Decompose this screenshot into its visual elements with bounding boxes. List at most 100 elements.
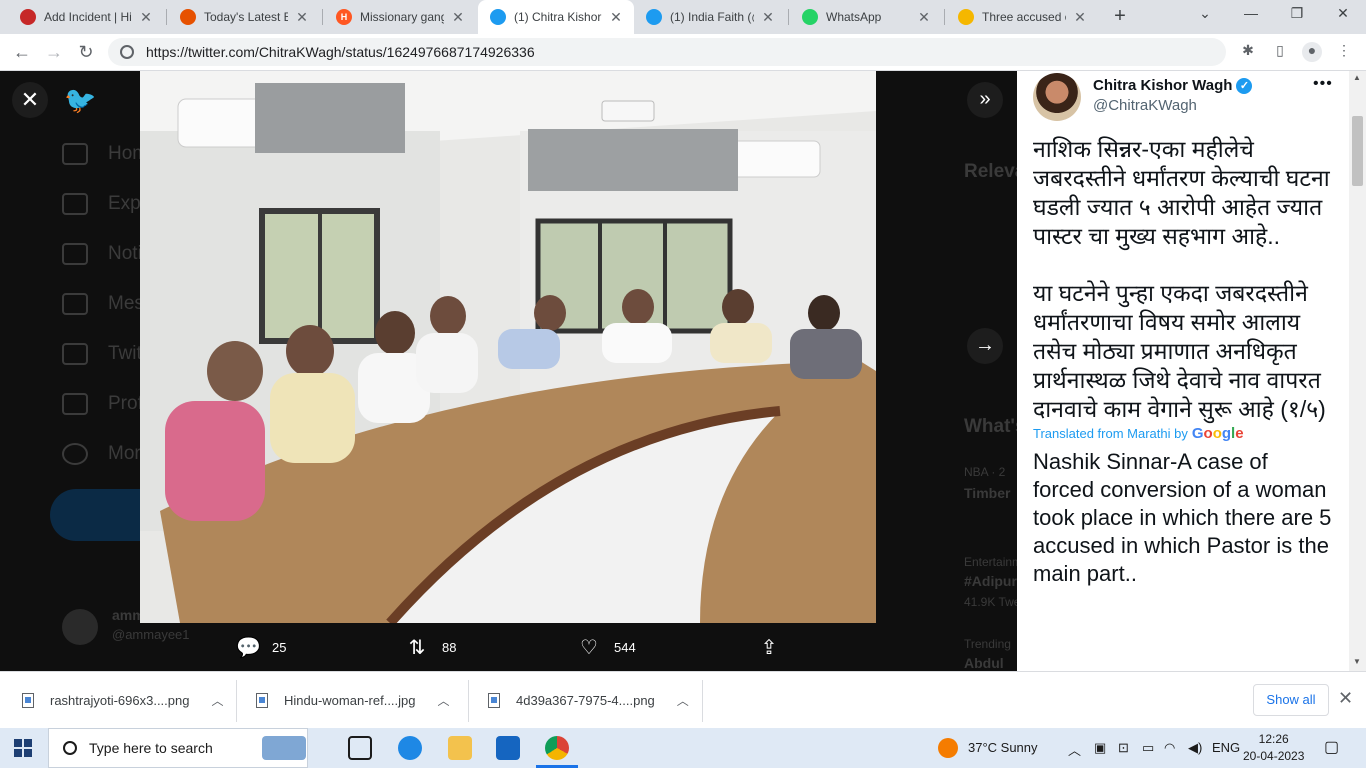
download-item[interactable]: Hindu-woman-ref....jpg ︿ xyxy=(256,672,450,729)
tab-strip: Add Incident | Hindu ✕ Today's Latest En… xyxy=(0,0,1366,34)
file-icon xyxy=(22,693,34,708)
reply-icon: 💬 xyxy=(236,637,261,659)
tab-add-incident[interactable]: Add Incident | Hindu ✕ xyxy=(8,0,164,34)
meet-icon[interactable]: ⊡ xyxy=(1118,740,1129,756)
mail-icon[interactable] xyxy=(496,736,520,760)
tab-whatsapp[interactable]: WhatsApp ✕ xyxy=(790,0,942,34)
profile-icon[interactable]: ● xyxy=(1302,42,1322,62)
share-button[interactable]: ⇪ xyxy=(758,635,794,660)
collapse-panel-button[interactable]: » xyxy=(967,82,1003,118)
like-button[interactable]: ♡ 544 xyxy=(578,635,636,660)
close-icon[interactable]: ✕ xyxy=(608,9,624,26)
file-explorer-icon[interactable] xyxy=(448,736,472,760)
tray-overflow-icon[interactable]: ︿ xyxy=(1068,740,1081,759)
tweet-paragraph: नाशिक सिन्नर-एका महीलेचे जबरदस्तीने धर्म… xyxy=(1033,136,1330,249)
chrome-icon[interactable] xyxy=(545,736,569,760)
close-downloads-icon[interactable]: ✕ xyxy=(1338,688,1353,709)
drop-icon xyxy=(20,9,36,25)
author-avatar[interactable] xyxy=(1033,73,1081,121)
maximize-button[interactable]: ❐ xyxy=(1282,5,1312,22)
clock[interactable]: 12:26 20-04-2023 xyxy=(1243,731,1304,765)
trend-meta: Trending xyxy=(964,637,1011,651)
display-icon[interactable]: ▭ xyxy=(1142,740,1154,756)
google-logo: Google xyxy=(1191,425,1244,442)
task-view-icon[interactable] xyxy=(348,736,372,760)
tab-chitra-kishor-wagh[interactable]: (1) Chitra Kishor Wagh ✕ xyxy=(478,0,634,34)
minimize-button[interactable]: — xyxy=(1236,5,1266,21)
chevron-up-icon[interactable]: ︿ xyxy=(677,692,689,709)
search-highlight-icon[interactable] xyxy=(262,736,306,760)
trend-name[interactable]: Abdul xyxy=(964,655,1004,671)
download-item[interactable]: rashtrajyoti-696x3....png ︿ xyxy=(22,672,223,729)
windows-taskbar: Type here to search 37°C Sunny ︿ ▣ ⊡ ▭ ◠… xyxy=(0,728,1366,768)
tweet-paragraph: या घटनेने पुन्हा एकदा जबरदस्तीने धर्मांत… xyxy=(1033,280,1326,422)
sidepanel-icon[interactable]: ▯ xyxy=(1270,42,1290,62)
close-icon[interactable]: ✕ xyxy=(916,9,932,26)
close-icon[interactable]: ✕ xyxy=(760,9,776,26)
meeting-room-image xyxy=(140,71,876,623)
tab-missionary-gang[interactable]: H Missionary gang ✕ xyxy=(324,0,476,34)
twitter-icon xyxy=(490,9,506,25)
close-viewer-button[interactable]: ✕ xyxy=(12,82,48,118)
reply-button[interactable]: 💬 25 xyxy=(236,635,286,660)
language-indicator[interactable]: ENG xyxy=(1212,740,1240,755)
close-icon[interactable]: ✕ xyxy=(294,9,310,26)
edge-icon[interactable] xyxy=(398,736,422,760)
downloads-bar: rashtrajyoti-696x3....png ︿ Hindu-woman-… xyxy=(0,671,1366,728)
windows-start-icon[interactable] xyxy=(14,739,32,757)
url-text[interactable]: https://twitter.com/ChitraKWagh/status/1… xyxy=(146,44,535,60)
window-close-button[interactable]: ✕ xyxy=(1328,5,1358,22)
notification-icon[interactable]: ▢ xyxy=(1324,737,1339,757)
tweet-text: नाशिक सिन्नर-एका महीलेचे जबरदस्तीने धर्म… xyxy=(1033,135,1333,588)
menu-icon[interactable]: ⋮ xyxy=(1334,42,1354,62)
trend-name[interactable]: Timber xyxy=(964,485,1010,501)
retweet-button[interactable]: ⇅ 88 xyxy=(406,635,457,660)
hp-icon: H xyxy=(336,9,352,25)
scrollbar[interactable]: ▲ ▼ xyxy=(1349,71,1366,671)
download-item[interactable]: 4d39a367-7975-4....png ︿ xyxy=(488,672,689,729)
tab-search-icon[interactable]: ⌄ xyxy=(1190,5,1220,22)
share-icon: ⇪ xyxy=(760,637,778,659)
heart-icon: ♡ xyxy=(580,637,598,659)
lock-icon[interactable] xyxy=(120,45,134,59)
file-icon xyxy=(256,693,268,708)
tab-three-accused[interactable]: Three accused of ✕ xyxy=(946,0,1098,34)
network-icon[interactable]: ▣ xyxy=(1094,740,1106,756)
new-tab-button[interactable]: + xyxy=(1108,5,1132,28)
translated-text: Nashik Sinnar-A case of forced conversio… xyxy=(1033,449,1332,586)
hand-icon xyxy=(958,9,974,25)
wifi-icon[interactable]: ◠ xyxy=(1164,740,1175,756)
news-icon xyxy=(180,9,196,25)
author-handle[interactable]: @ChitraKWagh xyxy=(1093,97,1197,114)
nav-more[interactable]: More xyxy=(62,443,151,465)
chevron-up-icon[interactable]: ︿ xyxy=(438,692,450,709)
reply-count: 25 xyxy=(272,640,287,655)
back-button[interactable]: ← xyxy=(10,40,34,64)
tweet-photo[interactable] xyxy=(140,71,876,623)
tweet-actions: 💬 25 ⇅ 88 ♡ 544 ⇪ xyxy=(140,631,876,663)
scrollbar-thumb[interactable] xyxy=(1352,116,1363,186)
address-bar[interactable]: https://twitter.com/ChitraKWagh/status/1… xyxy=(108,38,1226,66)
close-icon[interactable]: ✕ xyxy=(1072,9,1088,26)
author-name[interactable]: Chitra Kishor Wagh ✓ xyxy=(1093,77,1253,94)
tab-latest-english[interactable]: Today's Latest English ✕ xyxy=(168,0,320,34)
close-icon[interactable]: ✕ xyxy=(450,9,466,26)
reload-button[interactable]: ↻ xyxy=(74,40,98,64)
next-image-button[interactable]: → xyxy=(967,328,1003,364)
volume-icon[interactable]: ◀) xyxy=(1188,740,1202,756)
browser-toolbar: ← → ↻ https://twitter.com/ChitraKWagh/st… xyxy=(0,34,1366,71)
chevron-up-icon[interactable]: ︿ xyxy=(211,692,223,709)
more-options-icon[interactable]: ••• xyxy=(1313,75,1333,93)
twitter-logo-icon: 🐦 xyxy=(64,85,97,115)
weather-text[interactable]: 37°C Sunny xyxy=(968,740,1038,755)
forward-button[interactable]: → xyxy=(42,40,66,64)
extensions-icon[interactable]: ✱ xyxy=(1238,42,1258,62)
twitter-page: 🐦 Home Explore Notifications Messages Tw… xyxy=(0,71,1366,671)
tab-india-faith[interactable]: (1) India Faith (@ ✕ xyxy=(634,0,786,34)
show-all-button[interactable]: Show all xyxy=(1253,684,1329,716)
twitter-icon xyxy=(646,9,662,25)
close-icon[interactable]: ✕ xyxy=(138,9,154,26)
weather-icon[interactable] xyxy=(938,738,958,758)
tweet-panel: Chitra Kishor Wagh ✓ @ChitraKWagh ••• ना… xyxy=(1017,71,1349,671)
like-count: 544 xyxy=(614,640,636,655)
